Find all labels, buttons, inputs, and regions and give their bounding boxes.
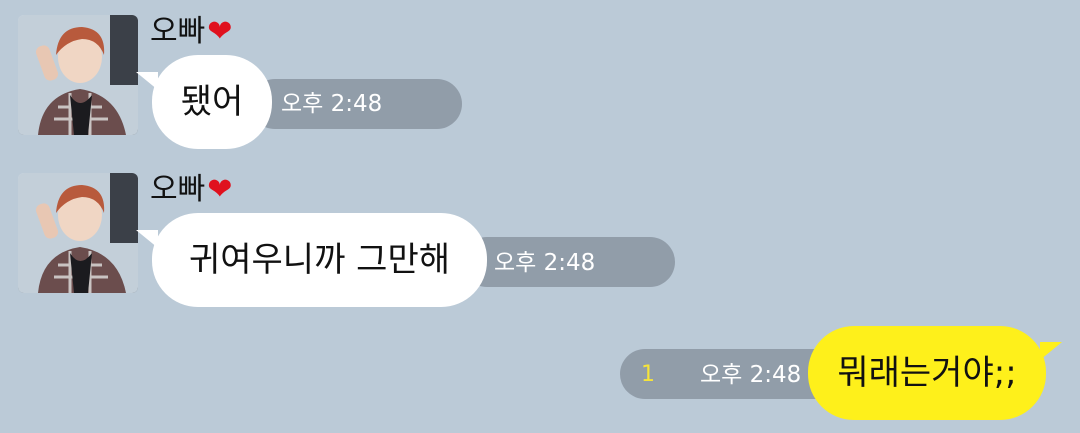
heart-icon: ❤ (207, 14, 233, 49)
sender-name: 오빠❤ (150, 14, 232, 50)
message-text: 됐어 (180, 82, 244, 122)
message-bubble[interactable]: 뭐래는거야;; (808, 326, 1046, 420)
message-time: 오후 2:48 (281, 91, 383, 117)
message-bubble[interactable]: 귀여우니까 그만해 (152, 213, 487, 307)
unread-count: 1 (641, 362, 655, 387)
message-bubble[interactable]: 됐어 (152, 55, 272, 149)
heart-icon: ❤ (207, 172, 233, 207)
sender-name: 오빠❤ (150, 172, 232, 208)
message-time: 오후 2:48 (700, 362, 802, 388)
message-time: 오후 2:48 (494, 250, 596, 276)
message-text: 뭐래는거야;; (837, 353, 1017, 393)
avatar[interactable] (18, 173, 138, 293)
sender-name-text: 오빠 (150, 172, 206, 207)
sender-name-text: 오빠 (150, 14, 206, 49)
message-text: 귀여우니까 그만해 (188, 240, 451, 280)
avatar[interactable] (18, 15, 138, 135)
